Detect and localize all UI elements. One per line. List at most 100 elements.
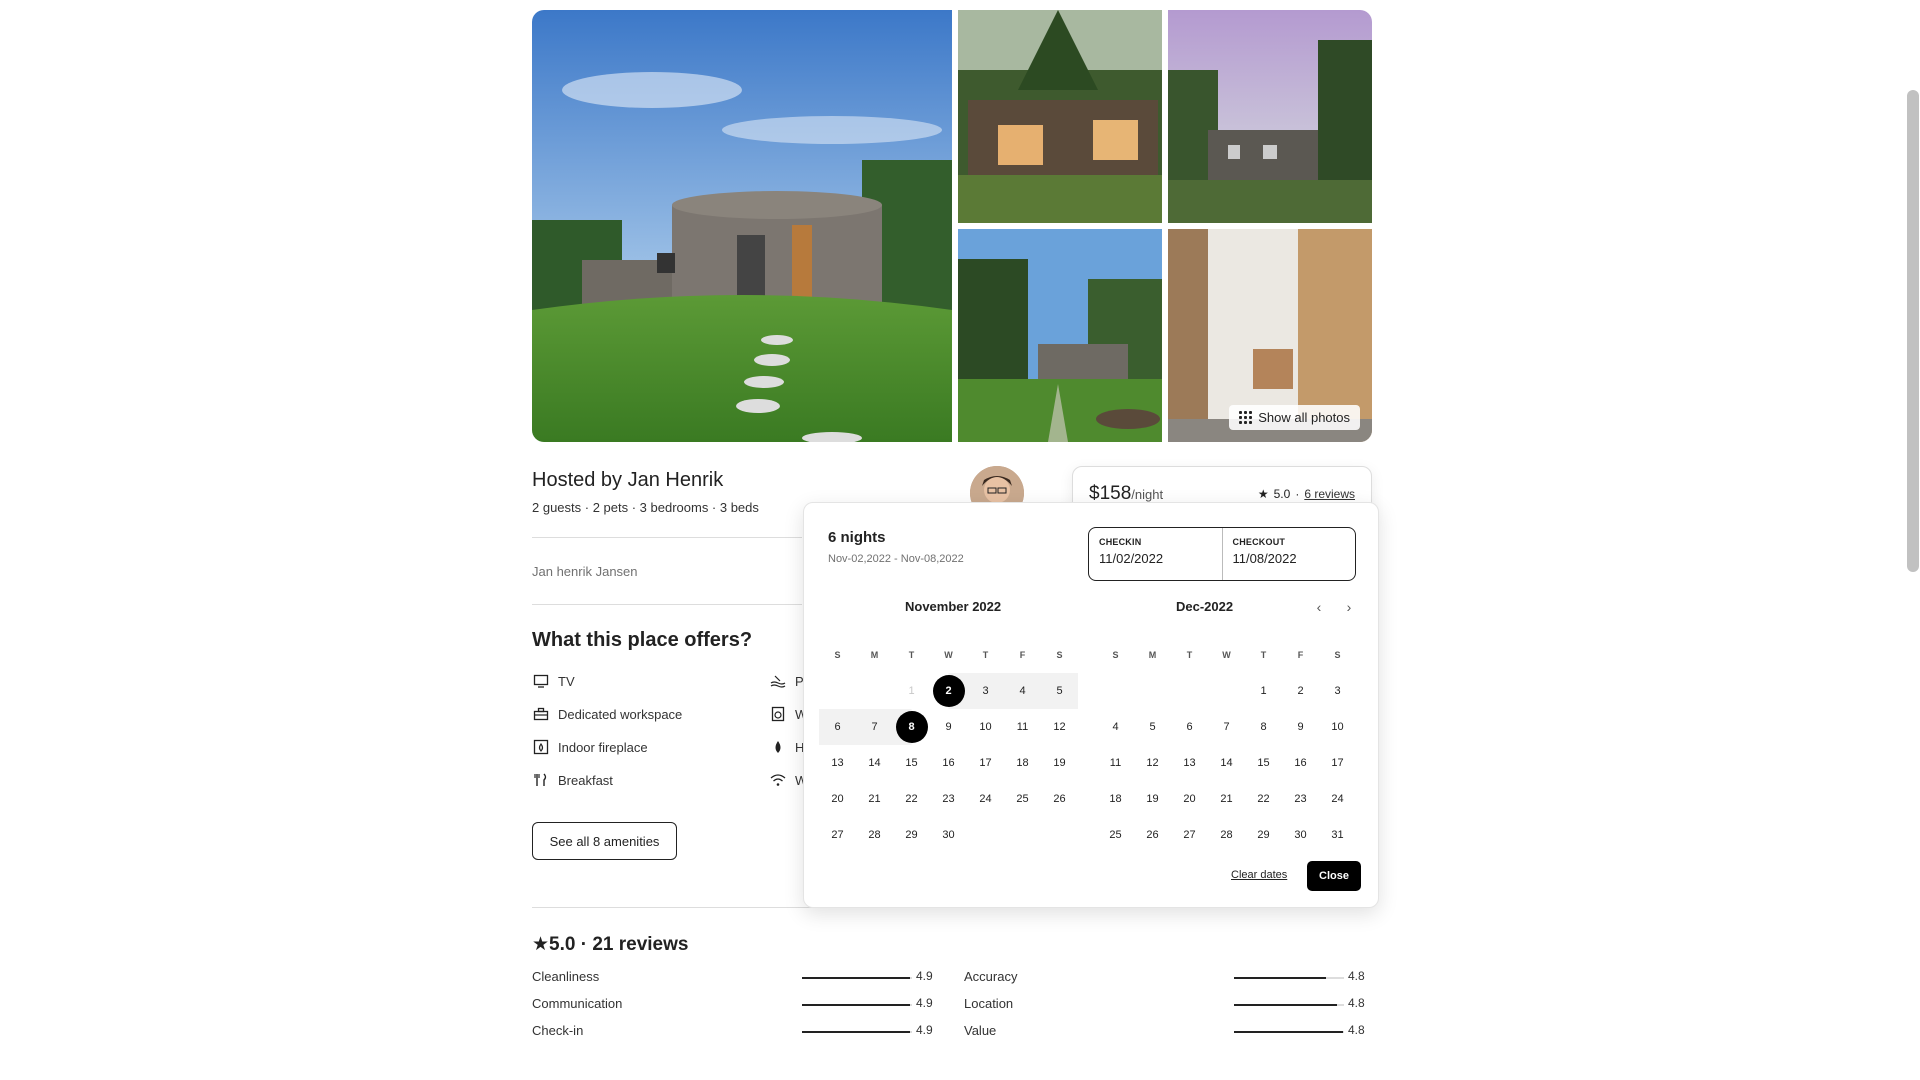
calendar-day[interactable]: 13 xyxy=(819,745,856,781)
show-all-photos-button[interactable]: Show all photos xyxy=(1229,405,1360,430)
checkout-label: CHECKOUT xyxy=(1232,537,1286,547)
calendar-day[interactable]: 29 xyxy=(1245,817,1282,853)
calendar-day[interactable]: 9 xyxy=(1282,709,1319,745)
calendar-day[interactable]: 1 xyxy=(1245,673,1282,709)
photo-2[interactable] xyxy=(958,10,1162,223)
calendar-day[interactable]: 2 xyxy=(1282,673,1319,709)
calendar-day[interactable]: 18 xyxy=(1004,745,1041,781)
calendar-day[interactable]: 27 xyxy=(819,817,856,853)
calendar-day[interactable]: 10 xyxy=(967,709,1004,745)
calendar-day[interactable]: 21 xyxy=(856,781,893,817)
calendar-day[interactable]: 28 xyxy=(856,817,893,853)
calendar-day[interactable]: 7 xyxy=(1208,709,1245,745)
calendar-day[interactable]: 2 xyxy=(930,673,967,709)
metric-bar xyxy=(802,977,912,979)
see-all-amenities-button[interactable]: See all 8 amenities xyxy=(532,822,677,860)
main-photo[interactable] xyxy=(532,10,952,442)
calendar-day[interactable]: 3 xyxy=(967,673,1004,709)
amenity-label: Breakfast xyxy=(558,772,613,788)
photo-5[interactable]: Show all photos xyxy=(1168,229,1372,442)
calendar-day[interactable]: 12 xyxy=(1041,709,1078,745)
card-rating: ★ 5.0 · 6 reviews xyxy=(1258,487,1355,501)
calendar-day[interactable]: 12 xyxy=(1134,745,1171,781)
calendar-day[interactable]: 27 xyxy=(1171,817,1208,853)
calendar-day[interactable]: 13 xyxy=(1171,745,1208,781)
amenity-wifi: W xyxy=(770,772,807,788)
calendar-day[interactable]: 11 xyxy=(1097,745,1134,781)
amenity-label: TV xyxy=(558,673,575,689)
chevron-left-icon[interactable]: ‹ xyxy=(1309,597,1329,617)
calendar-day[interactable]: 29 xyxy=(893,817,930,853)
checkout-field[interactable]: CHECKOUT 11/08/2022 xyxy=(1221,528,1356,580)
calendar-day[interactable]: 26 xyxy=(1041,781,1078,817)
calendar-day[interactable]: 7 xyxy=(856,709,893,745)
calendar-day[interactable]: 8 xyxy=(893,709,930,745)
calendar-day[interactable]: 24 xyxy=(1319,781,1356,817)
weekday-label: W xyxy=(944,650,953,660)
calendar-day[interactable]: 17 xyxy=(1319,745,1356,781)
calendar-day[interactable]: 21 xyxy=(1208,781,1245,817)
calendar-day[interactable]: 26 xyxy=(1134,817,1171,853)
calendar-day[interactable]: 6 xyxy=(819,709,856,745)
calendar-day[interactable]: 20 xyxy=(819,781,856,817)
weekday-label: T xyxy=(1186,650,1193,660)
calendar-day[interactable]: 20 xyxy=(1171,781,1208,817)
metric-bar-fill xyxy=(1234,1031,1343,1033)
metric-bar xyxy=(802,1004,912,1006)
weekday-label: S xyxy=(834,650,841,660)
calendar-day[interactable]: 10 xyxy=(1319,709,1356,745)
reviews-link[interactable]: 6 reviews xyxy=(1304,487,1355,501)
calendar-day[interactable]: 11 xyxy=(1004,709,1041,745)
photo-gallery: Show all photos xyxy=(532,10,1372,442)
calendar-day[interactable]: 19 xyxy=(1041,745,1078,781)
calendar-day[interactable]: 3 xyxy=(1319,673,1356,709)
calendar-day[interactable]: 16 xyxy=(1282,745,1319,781)
weekday-label: S xyxy=(1112,650,1119,660)
calendar-day[interactable]: 15 xyxy=(893,745,930,781)
calendar-day[interactable]: 22 xyxy=(1245,781,1282,817)
close-button[interactable]: Close xyxy=(1307,861,1361,891)
clear-dates-link[interactable]: Clear dates xyxy=(1231,869,1287,881)
calendar-day[interactable]: 25 xyxy=(1097,817,1134,853)
calendar-day[interactable]: 17 xyxy=(967,745,1004,781)
calendar-day[interactable]: 28 xyxy=(1208,817,1245,853)
listing-summary: 2 guests · 2 pets · 3 bedrooms · 3 beds xyxy=(532,500,759,515)
calendar-day[interactable]: 6 xyxy=(1171,709,1208,745)
scrollbar-thumb[interactable] xyxy=(1907,90,1919,572)
amenity-label: Indoor fireplace xyxy=(558,739,648,755)
calendar-day[interactable]: 31 xyxy=(1319,817,1356,853)
calendar-day[interactable]: 18 xyxy=(1097,781,1134,817)
metric-bar-fill xyxy=(1234,977,1327,979)
metric-bar-fill xyxy=(802,1004,910,1006)
grid-icon xyxy=(1239,411,1253,424)
calendar-day[interactable]: 5 xyxy=(1134,709,1171,745)
calendar-day[interactable]: 23 xyxy=(930,781,967,817)
metric-label: Cleanliness xyxy=(532,969,600,984)
calendar-day[interactable]: 30 xyxy=(1282,817,1319,853)
calendar-day[interactable]: 15 xyxy=(1245,745,1282,781)
checkin-field[interactable]: CHECKIN 11/02/2022 xyxy=(1089,528,1222,580)
photo-4[interactable] xyxy=(958,229,1162,442)
calendar-day[interactable]: 16 xyxy=(930,745,967,781)
photo-3[interactable] xyxy=(1168,10,1372,223)
star-icon: ★ xyxy=(1257,487,1269,501)
calendar-day[interactable]: 14 xyxy=(856,745,893,781)
host-title: Hosted by Jan Henrik xyxy=(532,469,724,491)
calendar-day[interactable]: 30 xyxy=(930,817,967,853)
calendar-day[interactable]: 8 xyxy=(1245,709,1282,745)
empty-day xyxy=(856,673,893,709)
calendar-day[interactable]: 4 xyxy=(1004,673,1041,709)
calendar-day[interactable]: 19 xyxy=(1134,781,1171,817)
calendar-day[interactable]: 25 xyxy=(1004,781,1041,817)
calendar-day[interactable]: 23 xyxy=(1282,781,1319,817)
scrollbar[interactable] xyxy=(1903,0,1920,1080)
calendar-day[interactable]: 14 xyxy=(1208,745,1245,781)
empty-day xyxy=(1134,673,1171,709)
calendar-day[interactable]: 22 xyxy=(893,781,930,817)
calendar-day[interactable]: 24 xyxy=(967,781,1004,817)
chevron-right-icon[interactable]: › xyxy=(1339,597,1359,617)
calendar-day[interactable]: 9 xyxy=(930,709,967,745)
calendar-day[interactable]: 4 xyxy=(1097,709,1134,745)
calendar-day[interactable]: 5 xyxy=(1041,673,1078,709)
calendar-grid-december: S M T W T F S 1 2 3 4 5 6 7 8 9 10 11 12 13 14 15 16 17 18 19 20 21… xyxy=(1097,645,1356,853)
